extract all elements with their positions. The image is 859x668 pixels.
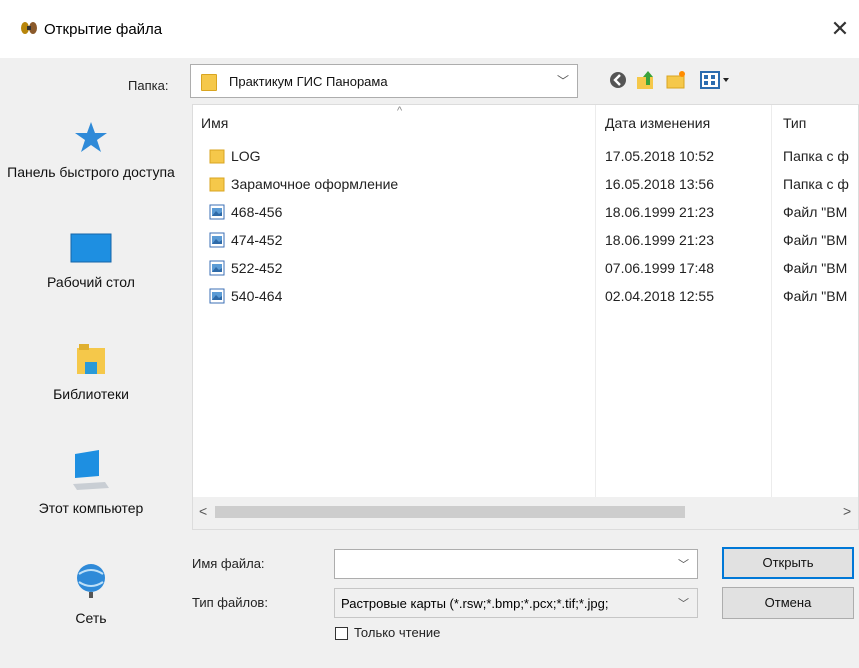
network-icon [77, 564, 105, 598]
computer-icon [73, 450, 109, 490]
file-row[interactable]: 522-452 07.06.1999 17:48 Файл "BM [201, 255, 858, 283]
file-type: Папка с ф [783, 176, 849, 192]
file-name: 540-464 [231, 288, 283, 304]
view-menu-button[interactable] [696, 68, 736, 92]
up-folder-button[interactable] [634, 68, 658, 92]
desktop-icon [70, 233, 112, 263]
folder-icon [209, 149, 225, 164]
scrollbar-thumb[interactable] [215, 506, 685, 518]
place-label: Библиотеки [53, 386, 129, 402]
view-menu-icon [700, 71, 729, 89]
folder-icon [201, 74, 217, 91]
window-title: Открытие файла [44, 21, 163, 38]
horizontal-scrollbar[interactable]: < > [193, 497, 858, 529]
bitmap-file-icon [209, 232, 225, 248]
star-icon [75, 122, 107, 152]
bitmap-file-icon [209, 288, 225, 304]
new-folder-icon [666, 71, 685, 89]
file-type: Папка с ф [783, 148, 849, 164]
folder-icon [209, 177, 225, 192]
file-list[interactable]: ^ Имя Дата изменения Тип LOG 17.05.2018 1… [192, 104, 859, 530]
file-type: Файл "BM [783, 260, 848, 276]
file-date: 18.06.1999 21:23 [605, 204, 714, 220]
chevron-down-icon: ﹀ [678, 598, 689, 610]
bitmap-file-icon [209, 260, 225, 276]
place-libraries[interactable]: Библиотеки [0, 342, 182, 404]
file-row[interactable]: 468-456 18.06.1999 21:23 Файл "BM [201, 199, 858, 227]
file-name: Зарамочное оформление [231, 176, 399, 192]
file-type: Файл "BM [783, 288, 848, 304]
folder-select[interactable]: Практикум ГИС Панорама ﹀ [190, 64, 578, 98]
file-date: 17.05.2018 10:52 [605, 148, 714, 164]
chevron-down-icon[interactable]: ﹀ [678, 556, 689, 572]
new-folder-button[interactable] [664, 68, 688, 92]
column-header-type[interactable]: Тип [783, 115, 806, 131]
filename-label: Имя файла: [192, 556, 265, 571]
cancel-button[interactable]: Отмена [722, 587, 854, 619]
file-row[interactable]: 474-452 18.06.1999 21:23 Файл "BM [201, 227, 858, 255]
place-label: Этот компьютер [38, 500, 144, 516]
file-name: 468-456 [231, 204, 283, 220]
filetype-label: Тип файлов: [192, 595, 268, 610]
filetype-select[interactable]: Растровые карты (*.rsw;*.bmp;*.pcx;*.tif… [334, 588, 698, 618]
file-date: 07.06.1999 17:48 [605, 260, 714, 276]
place-label: Сеть [75, 610, 107, 626]
sort-arrow-icon: ^ [397, 105, 403, 117]
file-type: Файл "BM [783, 204, 848, 220]
file-row[interactable]: Зарамочное оформление 16.05.2018 13:56 Пап… [201, 171, 858, 199]
app-icon [21, 22, 37, 34]
folder-value: Практикум ГИС Панорама [229, 74, 388, 89]
place-desktop[interactable]: Рабочий стол [0, 232, 182, 292]
file-row[interactable]: LOG 17.05.2018 10:52 Папка с ф [201, 143, 858, 171]
file-name: 474-452 [231, 232, 283, 248]
place-network[interactable]: Сеть [0, 558, 182, 628]
place-this-pc[interactable]: Этот компьютер [0, 448, 182, 518]
place-label: Рабочий стол [47, 274, 135, 290]
bitmap-file-icon [209, 204, 225, 220]
scroll-left-icon[interactable]: < [199, 503, 207, 519]
open-button[interactable]: Открыть [722, 547, 854, 579]
filetype-value: Растровые карты (*.rsw;*.bmp;*.pcx;*.tif… [341, 596, 609, 611]
file-name: 522-452 [231, 260, 283, 276]
libraries-icon [77, 344, 105, 374]
scroll-right-icon[interactable]: > [843, 503, 851, 519]
places-bar: Панель быстрого доступа Рабочий стол Биб… [0, 100, 182, 668]
back-icon [610, 72, 626, 88]
file-row[interactable]: 540-464 02.04.2018 12:55 Файл "BM [201, 283, 858, 311]
filename-input[interactable]: ﹀ [334, 549, 698, 579]
chevron-down-icon: ﹀ [556, 74, 569, 88]
folder-label: Папка: [128, 78, 169, 93]
place-label: Панель быстрого доступа [7, 164, 175, 180]
place-quick-access[interactable]: Панель быстрого доступа [0, 120, 182, 182]
readonly-checkbox[interactable] [335, 627, 348, 640]
file-type: Файл "BM [783, 232, 848, 248]
back-button[interactable] [606, 68, 630, 92]
file-name: LOG [231, 148, 261, 164]
column-header-name[interactable]: Имя [201, 115, 228, 131]
file-date: 16.05.2018 13:56 [605, 176, 714, 192]
file-date: 18.06.1999 21:23 [605, 232, 714, 248]
file-date: 02.04.2018 12:55 [605, 288, 714, 304]
readonly-label: Только чтение [354, 625, 441, 640]
close-button[interactable]: ✕ [826, 14, 854, 44]
up-folder-icon [637, 71, 653, 89]
column-header-date[interactable]: Дата изменения [605, 115, 710, 131]
